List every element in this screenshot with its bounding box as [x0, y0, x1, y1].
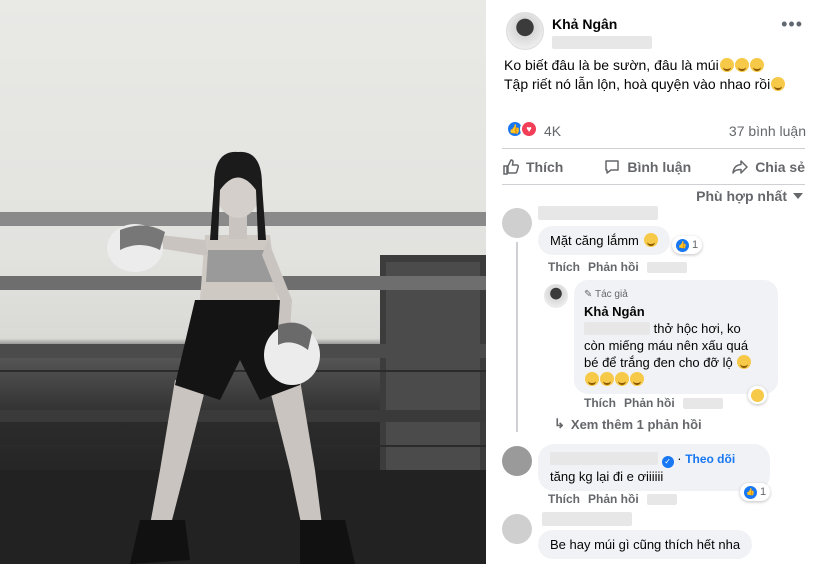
comment-text: Mặt căng lắmm — [550, 233, 639, 248]
laughing-emoji-icon — [630, 372, 644, 386]
reply-emoji-row — [584, 371, 768, 388]
view-more-replies[interactable]: ↳ Xem thêm 1 phản hồi — [554, 416, 702, 432]
reaction-summary: 👍 ♥ 4K 37 bình luận — [506, 120, 806, 142]
caption-line-2: Tập riết nó lẫn lộn, hoà quyện vào nhao … — [504, 75, 804, 94]
comment-like-link[interactable]: Thích — [548, 260, 580, 274]
comment-reaction-count: 1 — [692, 239, 699, 251]
comment-actions: Thích Phản hồi — [548, 492, 677, 506]
like-button-label: Thích — [526, 159, 564, 175]
post-actions: Thích Bình luận Chia sẻ — [502, 152, 805, 182]
author-reply-avatar[interactable] — [544, 284, 568, 308]
comment-time-blurred — [646, 262, 687, 273]
commenter-avatar[interactable] — [502, 514, 532, 544]
grin-sweat-emoji-icon — [771, 77, 786, 91]
author-badge-text: Tác giả — [594, 289, 628, 300]
comment-count[interactable]: 37 bình luận — [729, 123, 806, 139]
commenter-name-blurred — [542, 512, 632, 526]
post-photo[interactable] — [0, 0, 486, 564]
like-reaction-icon: 👍 — [744, 485, 757, 499]
laughing-emoji-icon — [737, 355, 752, 369]
commenter-avatar[interactable] — [502, 446, 532, 476]
comment-bubble: ✓ · Theo dõi tăng kg lại đi e ơiiiiii — [538, 444, 770, 491]
post-meta-blurred — [552, 36, 652, 49]
comment-sort-dropdown[interactable]: Phù hợp nhất — [696, 188, 803, 204]
reply-reaction[interactable] — [748, 386, 767, 404]
comment-icon — [605, 160, 620, 174]
comment-text: tăng kg lại đi e ơiiiiii — [550, 469, 664, 484]
laughing-emoji-icon — [643, 233, 658, 247]
love-reaction-icon: ♥ — [520, 120, 538, 138]
reply-author-name[interactable]: Khả Ngân — [584, 303, 768, 320]
caption-line-1-text: Ko biết đâu là be sườn, đâu là múi — [504, 57, 719, 73]
haha-reaction-icon — [751, 388, 764, 402]
share-icon — [732, 160, 748, 174]
comment-text: Be hay múi gì cũng thích hết nha — [550, 537, 741, 552]
comment-bubble: Be hay múi gì cũng thích hết nha — [538, 530, 753, 559]
verified-badge-icon: ✓ — [661, 456, 674, 468]
boxing-ring-photo — [0, 151, 486, 564]
reaction-icons[interactable]: 👍 ♥ — [506, 120, 546, 140]
view-more-replies-label: Xem thêm 1 phản hồi — [570, 416, 702, 432]
reply-line-3: bé để trắng đen cho đỡ lộ — [584, 354, 768, 371]
share-button-label: Chia sẻ — [755, 159, 805, 175]
commenter-name-row: ✓ · Theo dõi — [550, 450, 758, 468]
commenter-name-blurred — [538, 206, 658, 220]
reaction-count[interactable]: 4K — [544, 123, 561, 139]
laughing-emoji-icon — [600, 372, 614, 386]
post-panel: Khả Ngân ••• Ko biết đâu là be sườn, đâu… — [486, 0, 817, 564]
reply-time-blurred — [682, 398, 723, 409]
mention-blurred — [584, 322, 650, 335]
author-badge: ✎ Tác giả — [584, 289, 628, 300]
more-options-icon[interactable]: ••• — [781, 14, 803, 35]
comment-bubble: Mặt căng lắmm — [538, 226, 670, 255]
caption-line-2-text: Tập riết nó lẫn lộn, hoà quyện vào nhao … — [504, 76, 771, 92]
reply-line-3-text: bé để trắng đen cho đỡ lộ — [584, 355, 733, 370]
sort-label: Phù hợp nhất — [696, 188, 787, 204]
comment-button-label: Bình luận — [627, 159, 692, 175]
follow-link[interactable]: Theo dõi — [685, 452, 735, 466]
commenter-avatar[interactable] — [502, 208, 532, 238]
reply-thread-line — [516, 242, 518, 432]
reply-reply-link[interactable]: Phản hồi — [624, 396, 675, 410]
chevron-down-icon — [793, 193, 803, 199]
author-name[interactable]: Khả Ngân — [552, 16, 617, 32]
comment-time-blurred — [646, 494, 677, 505]
author-reply-bubble: ✎ Tác giả Khả Ngân thở hộc hơi, ko còn m… — [574, 280, 778, 394]
reply-line-2: còn miếng máu nên xấu quá — [584, 338, 749, 353]
post-caption: Ko biết đâu là be sườn, đâu là múi Tập r… — [504, 56, 804, 94]
caption-line-1: Ko biết đâu là be sườn, đâu là múi — [504, 56, 804, 75]
sweat-smile-emoji-icon — [719, 58, 734, 72]
comment-reply-link[interactable]: Phản hồi — [588, 492, 639, 506]
thumbs-up-icon — [503, 159, 520, 175]
reply-like-link[interactable]: Thích — [584, 396, 616, 410]
reply-line-1: thở hộc hơi, ko — [584, 320, 768, 337]
divider — [502, 184, 805, 185]
sweat-smile-emoji-icon — [734, 58, 749, 72]
share-button[interactable]: Chia sẻ — [731, 152, 805, 182]
author-avatar[interactable] — [506, 12, 544, 50]
comment-reply-link[interactable]: Phản hồi — [588, 260, 639, 274]
commenter-name-blurred — [550, 452, 658, 465]
comment-reaction-count: 1 — [760, 486, 767, 498]
sweat-smile-emoji-icon — [749, 58, 764, 72]
comment-like-link[interactable]: Thích — [548, 492, 580, 506]
laughing-emoji-icon — [585, 372, 599, 386]
reply-actions: Thích Phản hồi — [584, 396, 723, 410]
comment-actions: Thích Phản hồi — [548, 260, 687, 274]
comment-reaction[interactable]: 👍 1 — [740, 483, 771, 501]
laughing-emoji-icon — [615, 372, 629, 386]
divider — [502, 148, 805, 149]
like-button[interactable]: Thích — [502, 152, 563, 182]
reply-arrow-icon: ↳ — [554, 416, 565, 431]
reply-line-1-text: thở hộc hơi, ko — [653, 321, 741, 336]
like-reaction-icon: 👍 — [676, 238, 689, 252]
comment-button[interactable]: Bình luận — [603, 152, 691, 182]
comment-reaction[interactable]: 👍 1 — [672, 236, 703, 254]
